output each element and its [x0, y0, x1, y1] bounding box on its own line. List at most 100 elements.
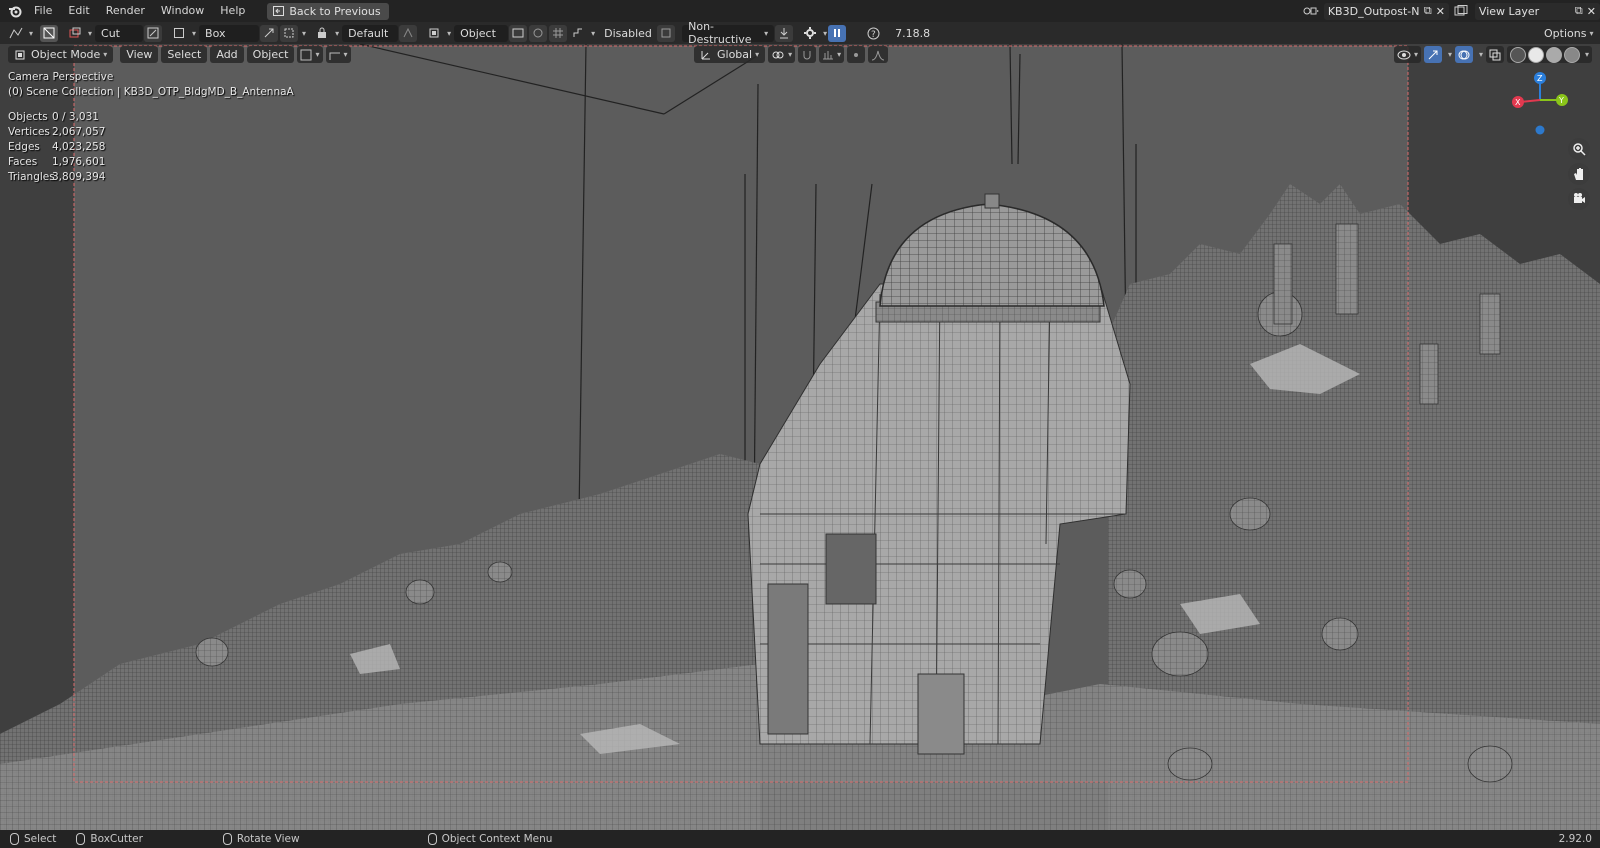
scene-selector-icon[interactable] [1302, 3, 1320, 20]
right-mouse-icon [427, 833, 437, 845]
pan-hand-icon[interactable] [1568, 163, 1590, 185]
options-dropdown[interactable]: Options ▾ [1538, 24, 1594, 42]
menu-file[interactable]: File [26, 0, 60, 22]
back-to-previous-button[interactable]: Back to Previous [267, 2, 389, 20]
proportional-edit-icon[interactable] [847, 46, 866, 63]
object-mode-caret-icon: ▾ [103, 50, 108, 59]
boxcutter-tool-icon[interactable] [40, 24, 59, 42]
pause-icon[interactable] [828, 24, 847, 42]
destructive-mode-label: Non-Destructive [688, 20, 752, 46]
help-icon[interactable]: ? [864, 25, 882, 42]
settings-caret-icon[interactable]: ▾ [823, 29, 827, 38]
cut-caret-icon[interactable]: ▾ [88, 29, 92, 38]
shape-caret-icon[interactable]: ▾ [192, 29, 196, 38]
lock-icon[interactable] [313, 25, 331, 42]
shape-field[interactable]: Box [199, 24, 260, 42]
overlays-caret-icon[interactable]: ▾ [1479, 50, 1483, 59]
copy-layer-icon[interactable]: ⧉ [1575, 4, 1583, 18]
visibility-icon[interactable]: ▾ [1393, 46, 1421, 63]
menu-view[interactable]: View [120, 46, 159, 63]
menu-object[interactable]: Object [246, 46, 295, 63]
shape-snap-icon[interactable] [280, 24, 299, 42]
close-layer-icon[interactable]: ✕ [1587, 5, 1596, 18]
material-shading-icon[interactable] [1545, 46, 1562, 63]
blender-version: 2.92.0 [1558, 833, 1592, 845]
wireframe-city-render [0, 44, 1600, 830]
3d-viewport[interactable]: Object Mode ▾ View Select Add Object ▾ ▾… [0, 44, 1600, 830]
target-object-icon[interactable] [425, 25, 443, 42]
stats-value: 3,809,394 [52, 171, 106, 183]
menu-edit[interactable]: Edit [60, 0, 97, 22]
status-select: Select [10, 833, 56, 845]
addon-version: 7.18.8 [895, 26, 931, 40]
destructive-mode-field[interactable]: Non-Destructive ▾ [682, 20, 775, 46]
snap-icon[interactable] [798, 46, 817, 63]
gizmo-x-label: X [1515, 98, 1521, 107]
svg-text:?: ? [871, 30, 876, 40]
back-icon [273, 6, 285, 16]
gizmo-toggle-icon[interactable] [1423, 46, 1442, 63]
close-scene-icon[interactable]: ✕ [1436, 5, 1445, 18]
navigation-gizmo[interactable]: Z X Y [1510, 70, 1570, 140]
view-layer-icon[interactable] [1453, 3, 1471, 20]
shading-caret-icon[interactable]: ▾ [1585, 50, 1589, 59]
blender-logo-icon[interactable] [4, 0, 26, 22]
orientation-field[interactable]: Default [342, 24, 399, 42]
overlays-toggle-icon[interactable] [1454, 46, 1473, 63]
lock-caret-icon[interactable]: ▾ [335, 29, 339, 38]
target-options-icon[interactable] [509, 24, 528, 42]
snap-target-icon[interactable]: ▾ [819, 46, 845, 63]
object-mode-icon [15, 50, 25, 59]
solid-shading-icon[interactable] [1527, 46, 1544, 63]
top-menu-bar: File Edit Render Window Help Back to Pre… [0, 0, 1600, 22]
copy-scene-icon[interactable]: ⧉ [1424, 4, 1432, 18]
boolean-options-icon[interactable] [657, 24, 676, 42]
viewport-info: Camera Perspective (0) Scene Collection … [8, 70, 294, 100]
stats-row-faces: Faces 1,976,601 [8, 155, 105, 170]
scene-name-field[interactable]: KB3D_Outpost-Native ⧉ ✕ [1323, 2, 1449, 20]
rendered-shading-icon[interactable] [1563, 46, 1580, 63]
select-mode-icon[interactable]: ▾ [297, 46, 323, 63]
boolean-mode-icon[interactable] [569, 25, 587, 42]
cut-mode-icon[interactable] [66, 25, 84, 42]
wireframe-shading-icon[interactable] [1509, 46, 1526, 63]
cutter-icon[interactable] [529, 24, 548, 42]
boolean-caret-icon[interactable]: ▾ [591, 29, 595, 38]
xray-toggle-icon[interactable] [1485, 46, 1504, 63]
gizmo-caret-icon[interactable]: ▾ [1448, 50, 1452, 59]
editor-type-icon[interactable] [7, 25, 25, 42]
menu-window[interactable]: Window [153, 0, 212, 22]
status-select-label: Select [24, 833, 57, 845]
scene-statistics: Objects 0 / 3,031 Vertices 2,067,057 Edges… [8, 110, 105, 185]
orientation-icon[interactable] [399, 24, 418, 42]
stats-row-objects: Objects 0 / 3,031 [8, 110, 105, 125]
menu-select[interactable]: Select [161, 46, 208, 63]
boolean-label: Disabled [604, 26, 652, 40]
transform-orientation-dropdown[interactable]: Global ▾ [694, 46, 766, 63]
grid-icon[interactable] [549, 24, 568, 42]
pivot-point-icon[interactable]: ▾ [768, 46, 796, 63]
target-field[interactable]: Object [454, 24, 509, 42]
scene-name: KB3D_Outpost-Native [1327, 4, 1420, 18]
cut-options-icon[interactable] [144, 24, 163, 42]
shape-scale-icon[interactable] [260, 24, 279, 42]
object-mode-dropdown[interactable]: Object Mode ▾ [8, 46, 114, 63]
download-icon[interactable] [775, 24, 794, 42]
menu-render[interactable]: Render [98, 0, 153, 22]
target-caret-icon[interactable]: ▾ [447, 29, 451, 38]
view-layer-field[interactable]: View Layer ⧉ ✕ [1474, 2, 1600, 20]
boolean-field[interactable]: Disabled [598, 25, 656, 42]
box-shape-icon[interactable] [170, 25, 188, 42]
falloff-icon[interactable] [868, 46, 889, 63]
settings-gear-icon[interactable] [801, 25, 819, 42]
cut-mode-field[interactable]: Cut [95, 24, 144, 42]
menu-add[interactable]: Add [210, 46, 244, 63]
zoom-icon[interactable] [1568, 138, 1590, 160]
status-boxcutter-label: BoxCutter [90, 833, 143, 845]
target-label: Object [460, 26, 496, 40]
camera-view-icon[interactable] [1568, 188, 1590, 210]
editor-type-caret-icon[interactable]: ▾ [29, 29, 33, 38]
menu-help[interactable]: Help [212, 0, 253, 22]
edge-mode-icon[interactable]: ▾ [325, 46, 351, 63]
snap-caret-icon[interactable]: ▾ [302, 29, 306, 38]
